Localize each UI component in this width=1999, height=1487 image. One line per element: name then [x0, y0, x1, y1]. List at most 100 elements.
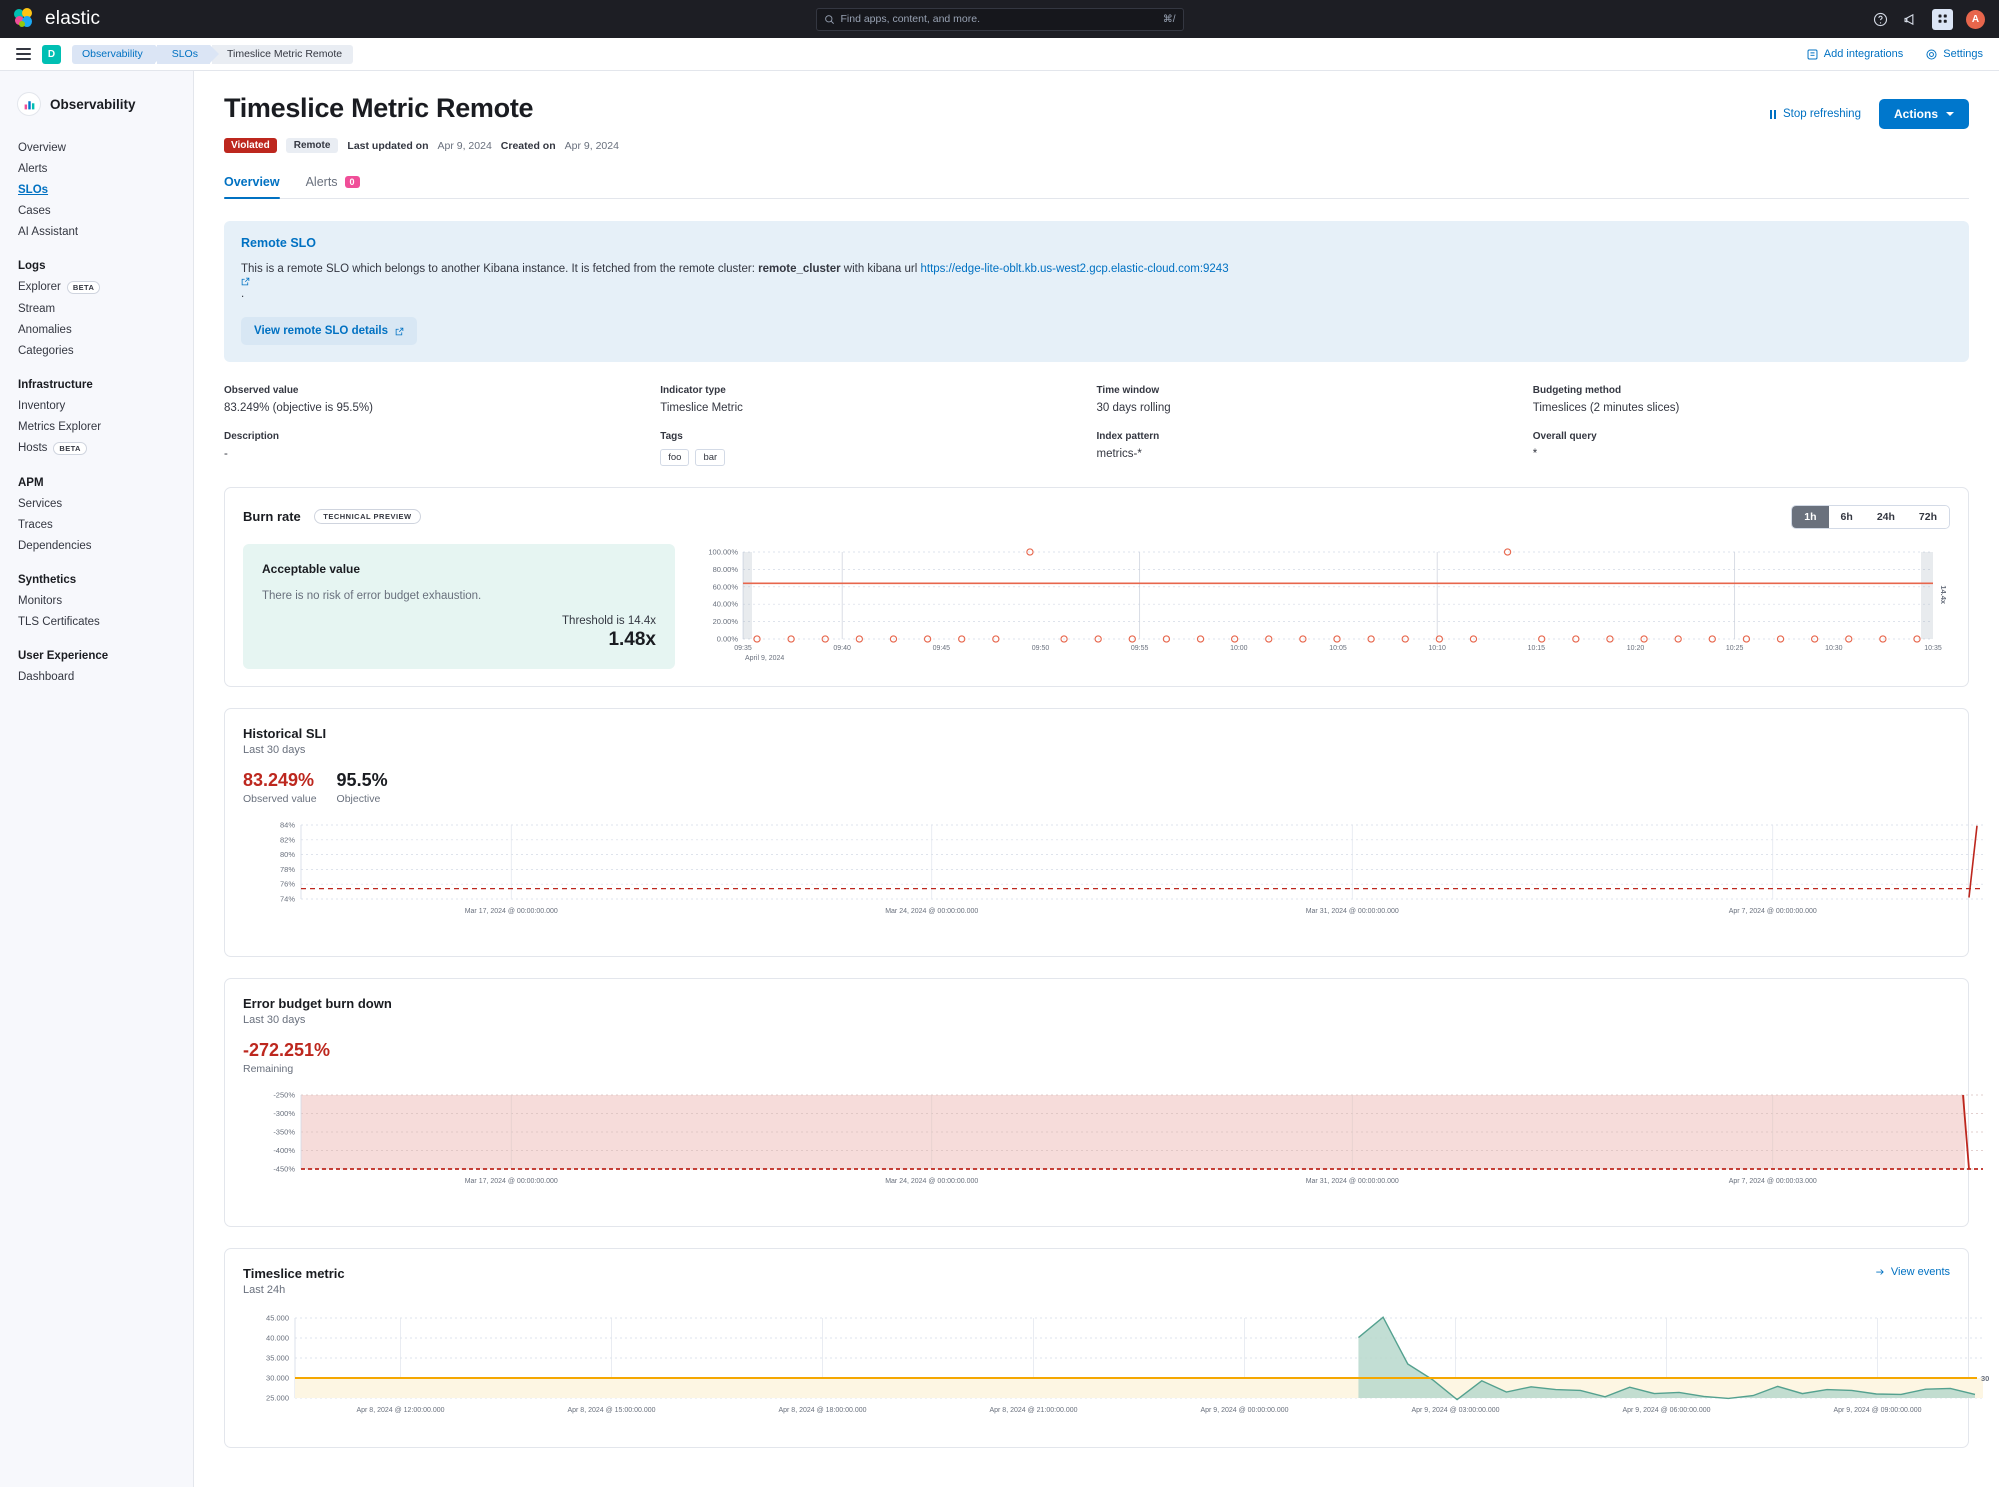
sidebar-item-label: Monitors [18, 594, 63, 607]
callout-body-pre: This is a remote SLO which belongs to an… [241, 263, 759, 275]
burn-rate-panel: Burn rate TECHNICAL PREVIEW 1h 6h 24h 72h A… [224, 487, 1969, 688]
apps-menu-button[interactable] [1932, 8, 1953, 30]
menu-toggle-icon[interactable] [16, 48, 31, 60]
svg-text:Apr 8, 2024 @ 21:00:00.000: Apr 8, 2024 @ 21:00:00.000 [989, 1407, 1077, 1414]
sidebar-item-dependencies[interactable]: Dependencies [0, 535, 193, 556]
svg-text:09:50: 09:50 [1032, 645, 1050, 652]
meta-value: Timeslice Metric [660, 402, 743, 415]
sidebar-item-label: Inventory [18, 399, 66, 412]
error-budget-title: Error budget burn down [243, 996, 392, 1012]
time-range-1h[interactable]: 1h [1792, 506, 1829, 529]
last-updated-label: Last updated on [347, 139, 429, 152]
meta-label: Overall query [1532, 431, 1597, 443]
search-icon [824, 14, 834, 24]
svg-text:-250%: -250% [273, 1091, 295, 1100]
sidebar-item-label: Metrics Explorer [18, 420, 102, 433]
objective-label: Objective [336, 793, 381, 806]
tag-pill: bar [695, 449, 726, 467]
sidebar-item-metrics-explorer[interactable]: Metrics Explorer [0, 416, 193, 437]
view-events-label: View events [1890, 1266, 1950, 1279]
tag-list: foo bar [660, 449, 1096, 467]
timeslice-metric-subtitle: Last 24h [243, 1284, 286, 1297]
svg-text:09:40: 09:40 [833, 645, 851, 652]
view-events-link[interactable]: View events [1875, 1266, 1950, 1278]
svg-text:30.000: 30.000 [266, 1374, 289, 1383]
tab-overview[interactable]: Overview [224, 175, 280, 199]
elastic-brand[interactable]: elastic [14, 8, 100, 30]
time-range-24h[interactable]: 24h [1864, 506, 1907, 529]
sidebar-item-dashboard[interactable]: Dashboard [0, 666, 193, 687]
last-updated-value: Apr 9, 2024 [437, 139, 492, 152]
remote-slo-callout: Remote SLO This is a remote SLO which be… [224, 221, 1969, 363]
meta-field-description: Description - [224, 431, 660, 466]
sidebar-primary-items: Overview Alerts SLOs Cases AI Assistant [0, 137, 193, 242]
meta-label: Observed value [224, 385, 299, 397]
sidebar-item-monitors[interactable]: Monitors [0, 590, 193, 611]
user-avatar[interactable]: A [1966, 9, 1985, 29]
svg-text:Mar 17, 2024 @ 00:00:00.000: Mar 17, 2024 @ 00:00:00.000 [465, 908, 558, 915]
burn-rate-status-title: Acceptable value [262, 562, 361, 577]
sidebar-item-ai-assistant[interactable]: AI Assistant [0, 221, 193, 242]
created-label: Created on [500, 139, 556, 152]
svg-text:82%: 82% [280, 835, 295, 844]
meta-value: * [1532, 448, 1538, 461]
actions-button[interactable]: Actions [1878, 99, 1969, 129]
remaining-label: Remaining [243, 1063, 294, 1076]
time-range-72h[interactable]: 72h [1906, 506, 1949, 529]
sidebar-item-label: Dependencies [18, 539, 92, 552]
historical-sli-chart[interactable]: 84% 82% 80% 78% 76% 74% Mar 17, 2024 @ 00:00:0… [243, 817, 1983, 939]
burn-rate-chart[interactable]: 100.00% 80.00% 60.00% 40.00% 20.00% 0.00% 09:3… [697, 544, 1957, 669]
sidebar-item-explorer[interactable]: Explorer BETA [0, 276, 193, 298]
svg-text:Mar 24, 2024 @ 00:00:00.000: Mar 24, 2024 @ 00:00:00.000 [885, 908, 978, 915]
global-search-input[interactable]: Find apps, content, and more. ⌘/ [815, 7, 1184, 31]
svg-text:40.000: 40.000 [266, 1334, 289, 1343]
breadcrumb-item-slos[interactable]: SLOs [156, 44, 220, 64]
burn-rate-body: Acceptable value There is no risk of err… [243, 544, 1950, 670]
svg-text:-300%: -300% [273, 1109, 295, 1118]
meta-value: - [224, 448, 228, 461]
elastic-logo-icon [14, 8, 36, 30]
sidebar-item-traces[interactable]: Traces [0, 514, 193, 535]
time-range-6h[interactable]: 6h [1828, 506, 1865, 529]
sidebar-item-alerts[interactable]: Alerts [0, 158, 193, 179]
sidebar-item-overview[interactable]: Overview [0, 137, 193, 158]
sidebar-item-categories[interactable]: Categories [0, 340, 193, 361]
settings-link[interactable]: Settings [1925, 48, 1983, 61]
sidebar-item-slos[interactable]: SLOs [0, 179, 193, 200]
page-header-actions: Stop refreshing Actions [1769, 93, 1969, 129]
space-avatar[interactable]: D [42, 44, 61, 64]
meta-field-indicator-type: Indicator type Timeslice Metric [660, 385, 1096, 414]
meta-field-observed-value: Observed value 83.249% (objective is 95.5… [224, 385, 660, 414]
timeslice-metric-chart[interactable]: 45.000 40.000 35.000 30.000 25.000 Apr 8, 202… [243, 1310, 1989, 1430]
sidebar-group-synthetics: Synthetics [18, 574, 77, 586]
created-value: Apr 9, 2024 [564, 139, 619, 152]
sidebar-item-tls-certificates[interactable]: TLS Certificates [0, 611, 193, 632]
sidebar-item-services[interactable]: Services [0, 493, 193, 514]
svg-text:14.4x: 14.4x [1939, 586, 1948, 606]
sidebar-item-label: Traces [18, 518, 53, 531]
tab-alerts[interactable]: Alerts 0 [306, 175, 360, 198]
meta-value: 83.249% (objective is 95.5%) [224, 402, 373, 415]
add-integrations-link[interactable]: Add integrations [1806, 48, 1903, 61]
svg-text:10:15: 10:15 [1528, 645, 1546, 652]
sidebar-item-inventory[interactable]: Inventory [0, 395, 193, 416]
stop-refreshing-button[interactable]: Stop refreshing [1769, 108, 1861, 120]
sidebar-item-anomalies[interactable]: Anomalies [0, 319, 193, 340]
svg-text:25.000: 25.000 [266, 1394, 289, 1403]
sidebar-item-cases[interactable]: Cases [0, 200, 193, 221]
sidebar-item-stream[interactable]: Stream [0, 298, 193, 319]
error-budget-chart[interactable]: -250% -300% -350% -400% -450% Mar 17, 2024 @ … [243, 1087, 1983, 1209]
breadcrumb-item-observability[interactable]: Observability [72, 44, 164, 64]
callout-kibana-url[interactable]: https://edge-lite-oblt.kb.us-west2.gcp.e… [921, 263, 1229, 275]
svg-text:Apr 7, 2024 @ 00:00:03.000: Apr 7, 2024 @ 00:00:03.000 [1729, 1178, 1817, 1185]
svg-text:Mar 24, 2024 @ 00:00:00.000: Mar 24, 2024 @ 00:00:00.000 [885, 1178, 978, 1185]
help-icon[interactable] [1872, 11, 1889, 28]
svg-text:10:35: 10:35 [1924, 645, 1942, 652]
view-remote-slo-details-button[interactable]: View remote SLO details [241, 317, 418, 346]
error-budget-subtitle: Last 30 days [243, 1014, 306, 1027]
sidebar-item-hosts[interactable]: Hosts BETA [0, 437, 193, 459]
news-feed-icon[interactable] [1902, 11, 1919, 28]
burn-rate-threshold-label: Threshold is 14.4x [562, 615, 656, 628]
burn-rate-time-range-group: 1h 6h 24h 72h [1791, 505, 1950, 530]
svg-text:40.00%: 40.00% [713, 600, 739, 609]
